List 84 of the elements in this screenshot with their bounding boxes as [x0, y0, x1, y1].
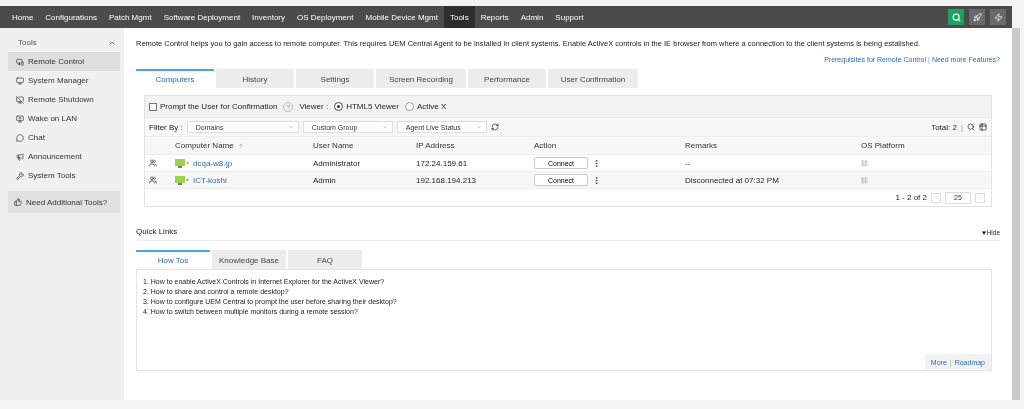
lightning-icon	[993, 12, 1003, 22]
table-cell: Administrator	[313, 158, 361, 168]
tab[interactable]: User Confirmation	[548, 69, 638, 88]
computer-icon	[175, 158, 189, 168]
users-icon	[149, 176, 157, 184]
radio-button[interactable]	[334, 102, 344, 111]
computer-icon	[175, 175, 189, 185]
refresh-icon[interactable]	[490, 123, 499, 131]
search-button[interactable]	[948, 9, 964, 25]
tab[interactable]: History	[216, 69, 294, 88]
section-title: Quick Links	[136, 227, 178, 236]
tab[interactable]: Knowledge Base	[212, 250, 286, 269]
tab[interactable]: Performance	[468, 69, 546, 88]
table-cell: --	[685, 158, 691, 168]
nav-item[interactable]: Tools	[443, 6, 475, 28]
radio-label: HTML5 Viewer	[346, 102, 399, 111]
tab[interactable]: Screen Recording	[376, 69, 466, 88]
monitor-icon	[16, 76, 24, 85]
table-cell: 172.24.159.61	[416, 158, 468, 168]
computer-link[interactable]: dcqa-w8-jp	[193, 158, 233, 168]
nav-item[interactable]: Support	[549, 6, 590, 28]
nav-item[interactable]: Configurations	[39, 6, 103, 28]
scrollbar[interactable]	[1012, 28, 1020, 400]
tab[interactable]: Settings	[296, 69, 374, 88]
monitor-off-icon	[16, 95, 24, 104]
nav-item[interactable]: Inventory	[246, 6, 291, 28]
filter-label: Filter By :	[149, 122, 183, 132]
sidebar-item[interactable]: Chat	[8, 128, 120, 147]
sidebar-item[interactable]: Remote Control	[8, 52, 120, 71]
rocket-button[interactable]	[969, 9, 985, 25]
nav-item[interactable]: Home	[6, 6, 40, 28]
nav-item[interactable]: Mobile Device Mgmt	[359, 6, 444, 28]
nav-item[interactable]: Patch Mgmt	[102, 6, 158, 28]
megaphone-icon	[16, 152, 24, 161]
chat-icon	[16, 133, 24, 142]
chevron-right-icon	[976, 194, 984, 201]
sidebar-item[interactable]: Wake on LAN	[8, 109, 120, 128]
total-count: Total: 2	[931, 122, 957, 132]
caret-icon	[287, 124, 294, 130]
sort-icon	[237, 142, 244, 149]
nav-item[interactable]: Software Deployment	[157, 6, 247, 28]
caret-icon	[961, 194, 966, 201]
wrench-icon	[16, 171, 24, 180]
sidebar-item[interactable]: System Tools	[8, 166, 120, 185]
radio-label: Active X	[416, 102, 447, 111]
column-header[interactable]: IP Address	[416, 141, 455, 150]
tab[interactable]: FAQ	[288, 250, 362, 269]
nav-item[interactable]: Admin	[514, 6, 550, 28]
separator: |	[960, 122, 963, 132]
checkbox-label: Prompt the User for Confirmation	[160, 102, 278, 111]
devices-icon	[16, 57, 24, 66]
sidebar-item[interactable]: Announcement	[8, 147, 120, 166]
column-header[interactable]: OS Platform	[861, 141, 905, 150]
thumbs-up-icon	[14, 198, 22, 206]
additional-tools-link[interactable]: Need Additional Tools?	[8, 191, 120, 213]
radio-button[interactable]	[404, 102, 414, 111]
sidebar-item[interactable]: Remote Shutdown	[8, 90, 120, 109]
sidebar-item[interactable]: System Manager	[8, 71, 120, 90]
page-range: 1 - 2 of 2	[895, 193, 927, 202]
table-cell: Disconnected at 07:32 PM	[685, 175, 779, 185]
computer-link[interactable]: ICT-koshi	[193, 175, 227, 185]
sidebar-title: Tools	[18, 38, 37, 47]
monitor-up-icon	[16, 114, 24, 123]
caret-icon	[475, 124, 482, 130]
column-header[interactable]: Remarks	[685, 141, 717, 150]
column-header[interactable]: User Name	[313, 141, 354, 150]
column-header[interactable]: Action	[534, 141, 557, 150]
lightning-button[interactable]	[990, 9, 1006, 25]
windows-icon	[861, 159, 868, 167]
caret-icon	[981, 230, 986, 235]
checkbox[interactable]	[149, 102, 157, 111]
table-cell: Admin	[313, 175, 336, 185]
viewer-label: Viewer :	[299, 102, 329, 111]
search-icon[interactable]	[967, 123, 975, 131]
users-icon	[149, 159, 157, 167]
chevron-left-icon	[932, 194, 940, 201]
windows-icon	[861, 176, 868, 184]
columns-icon[interactable]	[979, 123, 987, 131]
table-cell: 192.168.194.213	[416, 175, 477, 185]
caret-icon	[381, 124, 388, 130]
search-icon	[951, 12, 961, 22]
rocket-icon	[972, 12, 982, 22]
nav-item[interactable]: OS Deployment	[291, 6, 360, 28]
nav-item[interactable]: Reports	[474, 6, 515, 28]
